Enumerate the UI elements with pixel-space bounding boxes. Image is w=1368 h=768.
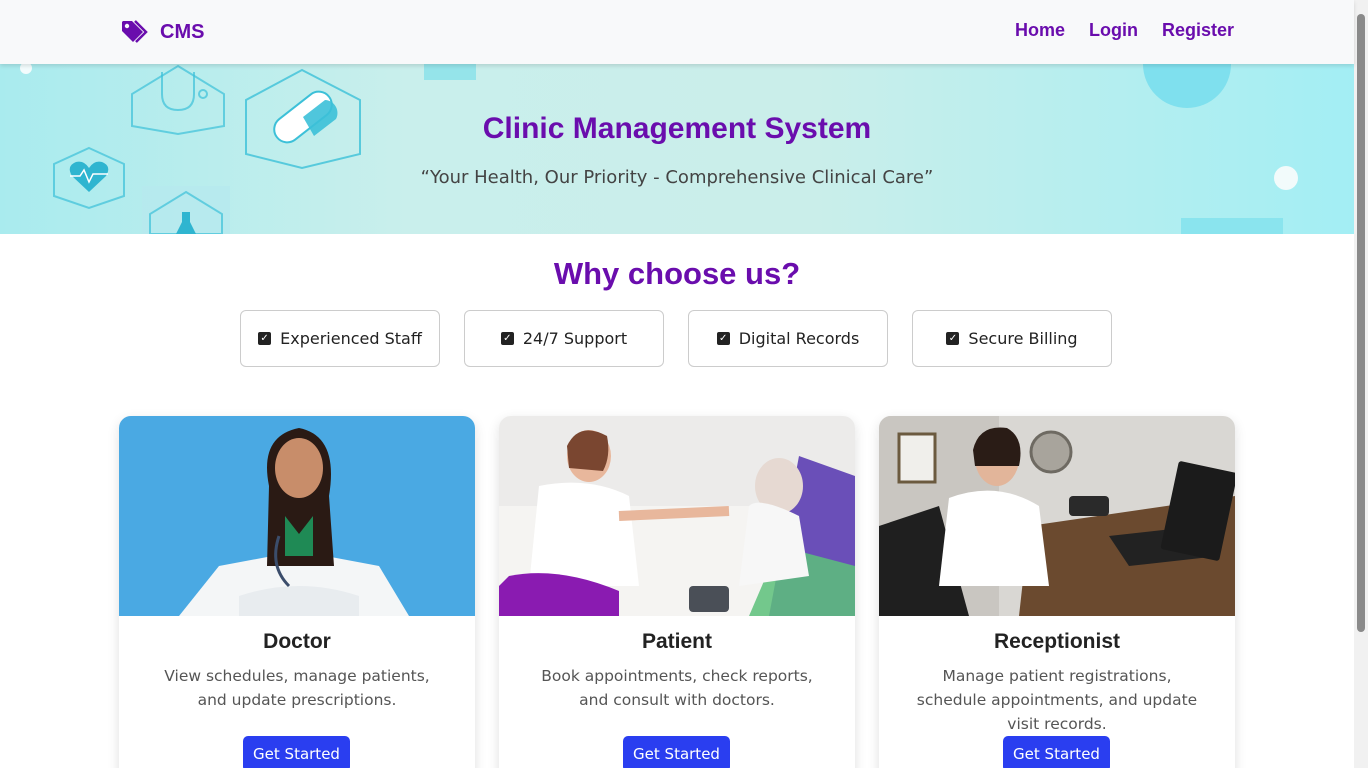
scrollbar-thumb[interactable] bbox=[1357, 14, 1365, 632]
checkbox-icon: ✓ bbox=[500, 332, 514, 345]
vertical-scrollbar[interactable] bbox=[1354, 0, 1368, 768]
receptionist-photo bbox=[879, 416, 1235, 616]
nav-register-link[interactable]: Register bbox=[1162, 20, 1234, 41]
medical-pattern-decoration bbox=[20, 64, 1298, 234]
patient-card: Patient Book appointments, check reports… bbox=[499, 416, 855, 768]
feature-item: ✓ Experienced Staff bbox=[240, 310, 440, 367]
feature-item: ✓ Secure Billing bbox=[912, 310, 1112, 367]
receptionist-card: Receptionist Manage patient registration… bbox=[879, 416, 1235, 768]
feature-label: Experienced Staff bbox=[280, 329, 422, 348]
patient-get-started-button[interactable]: Get Started bbox=[623, 736, 730, 768]
card-title: Doctor bbox=[263, 630, 331, 653]
doctor-get-started-button[interactable]: Get Started bbox=[243, 736, 350, 768]
doctor-card: Doctor View schedules, manage patients, … bbox=[119, 416, 475, 768]
card-title: Receptionist bbox=[993, 630, 1121, 653]
checkbox-icon: ✓ bbox=[946, 332, 960, 345]
patient-photo bbox=[499, 416, 855, 616]
navbar: CMS Home Login Register bbox=[0, 0, 1354, 64]
checkbox-icon: ✓ bbox=[716, 332, 730, 345]
tag-icon bbox=[122, 20, 148, 43]
feature-label: 24/7 Support bbox=[522, 329, 628, 348]
card-description: Book appointments, check reports, and co… bbox=[541, 667, 813, 709]
feature-item: ✓ Digital Records bbox=[688, 310, 888, 367]
nav-links: Home Login Register bbox=[1015, 20, 1234, 41]
hero-banner: Clinic Management System “Your Health, O… bbox=[0, 64, 1354, 234]
nav-home-link[interactable]: Home bbox=[1015, 20, 1065, 41]
nav-login-link[interactable]: Login bbox=[1089, 20, 1138, 41]
hero-subtitle: “Your Health, Our Priority - Comprehensi… bbox=[420, 167, 934, 188]
role-cards: Doctor View schedules, manage patients, … bbox=[119, 416, 1235, 768]
receptionist-get-started-button[interactable]: Get Started bbox=[1003, 736, 1110, 768]
brand-logo[interactable]: CMS bbox=[120, 18, 204, 46]
card-title: Patient bbox=[641, 630, 712, 653]
card-description: Manage patient registrations, schedule a… bbox=[916, 667, 1198, 733]
features-list: ✓ Experienced Staff ✓ 24/7 Support ✓ Dig… bbox=[240, 310, 1112, 367]
card-description: View schedules, manage patients, and upd… bbox=[164, 667, 430, 709]
brand-name: CMS bbox=[160, 20, 205, 43]
hero-title: Clinic Management System bbox=[482, 112, 872, 145]
doctor-photo bbox=[119, 416, 475, 616]
why-choose-us-heading: Why choose us? bbox=[553, 256, 801, 291]
checkbox-icon: ✓ bbox=[258, 332, 272, 345]
feature-label: Secure Billing bbox=[968, 329, 1078, 348]
feature-label: Digital Records bbox=[738, 329, 860, 348]
feature-item: ✓ 24/7 Support bbox=[464, 310, 664, 367]
